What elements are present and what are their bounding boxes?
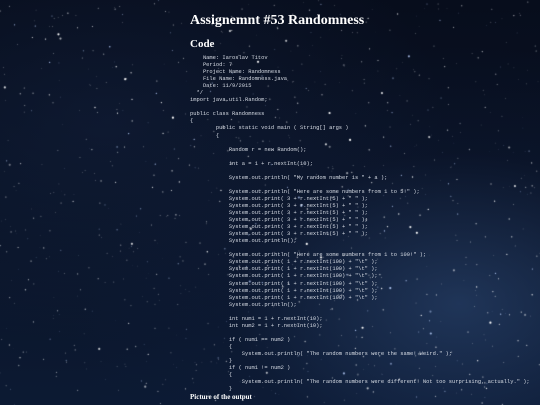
code-line: System.out.println( "The random numbers … bbox=[190, 379, 530, 386]
code-line: System.out.print( 3 + r.nextInt(5) + " "… bbox=[190, 195, 368, 202]
code-line: System.out.println(); bbox=[190, 301, 297, 308]
code-line: if ( num1 != num2 ) bbox=[190, 365, 291, 372]
page-title: Assignemnt #53 Randomness bbox=[190, 13, 365, 28]
code-line: System.out.println( "Here are some numbe… bbox=[190, 188, 420, 195]
code-line: System.out.println( "The random numbers … bbox=[190, 350, 453, 357]
code-line: Name: Iaroslav Titov bbox=[190, 55, 268, 61]
code-line: System.out.print( 3 + r.nextInt(5) + " "… bbox=[190, 231, 368, 238]
code-line: import java.util.Random; bbox=[190, 97, 268, 104]
code-line: System.out.print( 1 + r.nextInt(100) + "… bbox=[190, 259, 378, 266]
code-line: Project Name: Randomness bbox=[190, 69, 281, 76]
code-line: System.out.print( 1 + r.nextInt(100) + "… bbox=[190, 294, 378, 301]
code-line: { bbox=[190, 132, 220, 139]
main-content: Assignemnt #53 Randomness Code Name: Iar… bbox=[190, 0, 540, 405]
code-line: System.out.print( 1 + r.nextInt(100) + "… bbox=[190, 287, 378, 294]
code-line: Random r = new Random(); bbox=[190, 146, 307, 153]
code-line: System.out.print( 1 + r.nextInt(100) + "… bbox=[190, 280, 378, 287]
code-line: System.out.print( 3 + r.nextInt(5) + " "… bbox=[190, 202, 368, 209]
code-line: { bbox=[190, 343, 233, 350]
code-line: System.out.print( 1 + r.nextInt(100) + "… bbox=[190, 273, 378, 280]
code-line: public static void main ( String[] args … bbox=[190, 125, 349, 132]
code-block: Name: Iaroslav Titov Period: 7 Project N… bbox=[190, 55, 540, 393]
code-line: } bbox=[190, 358, 233, 365]
code-line: int a = 1 + r.nextInt(10); bbox=[190, 160, 313, 167]
code-line: System.out.print( 3 + r.nextInt(5) + " "… bbox=[190, 210, 368, 217]
code-heading: Code bbox=[190, 38, 215, 50]
code-line: System.out.print( 3 + r.nextInt(5) + " "… bbox=[190, 217, 368, 224]
output-heading: Picture of the output bbox=[190, 393, 252, 401]
code-line: { bbox=[190, 372, 233, 379]
code-line: if ( num1 == num2 ) bbox=[190, 336, 291, 343]
code-line: System.out.println( "Here are some numbe… bbox=[190, 252, 427, 259]
code-line: System.out.println( "My random number is… bbox=[190, 174, 388, 181]
code-line: int num1 = 1 + r.nextInt(10); bbox=[190, 315, 323, 322]
code-line: Period: 7 bbox=[190, 62, 233, 69]
code-line: int num2 = 1 + r.nextInt(10); bbox=[190, 322, 323, 329]
code-line: Date: 11/9/2015 bbox=[190, 83, 252, 90]
code-line: */ bbox=[190, 90, 203, 97]
code-line: File Name: Randomness.java bbox=[190, 76, 288, 83]
code-line: System.out.println(); bbox=[190, 238, 297, 245]
code-line: System.out.print( 3 + r.nextInt(5) + " "… bbox=[190, 224, 368, 231]
code-line: System.out.print( 1 + r.nextInt(100) + "… bbox=[190, 266, 378, 273]
code-line: public class Randomness bbox=[190, 111, 265, 118]
code-line: { bbox=[190, 118, 194, 125]
